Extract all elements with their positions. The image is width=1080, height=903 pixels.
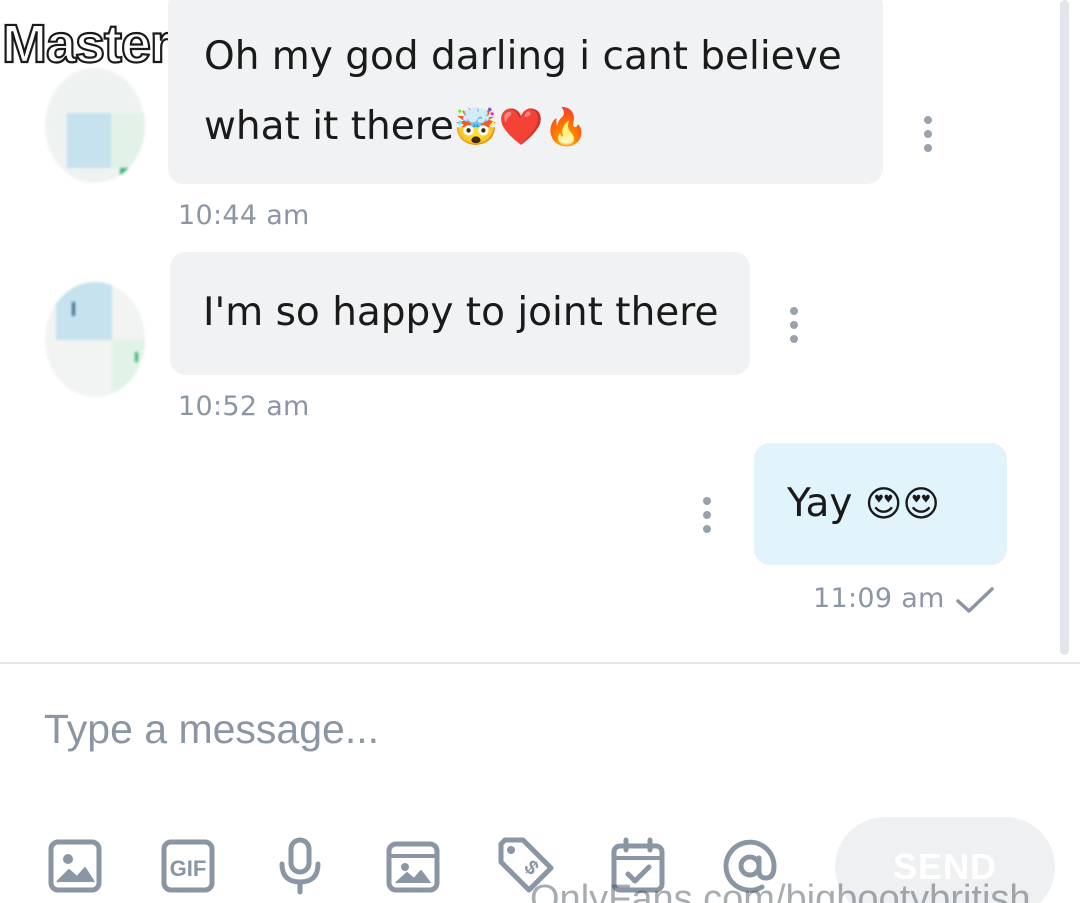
gif-icon[interactable]: GIF	[158, 836, 218, 896]
message-bubble-incoming[interactable]: I'm so happy to joint there	[170, 252, 750, 375]
image-icon[interactable]	[45, 836, 105, 896]
sender-avatar[interactable]	[45, 68, 145, 183]
message-emojis: 🤯❤️🔥	[453, 107, 589, 148]
message-options-icon[interactable]	[918, 116, 938, 152]
vault-media-icon[interactable]	[383, 836, 443, 896]
message-timestamp: 11:09 am	[813, 583, 945, 614]
microphone-icon[interactable]	[270, 836, 330, 896]
composer-divider	[0, 662, 1080, 664]
svg-text:GIF: GIF	[170, 856, 207, 881]
sender-avatar[interactable]	[45, 282, 145, 397]
message-text: Oh my god darling i cant believe what it…	[204, 34, 842, 149]
svg-text:$: $	[519, 856, 542, 879]
message-text: I'm so happy to joint there	[203, 290, 719, 335]
chat-screen: Master F a p .net Oh my god darling i ca…	[0, 0, 1080, 903]
chat-scrollbar[interactable]	[1060, 0, 1069, 655]
message-timestamp: 10:52 am	[178, 391, 310, 422]
message-text: Yay 😍😍	[787, 481, 940, 526]
sent-checkmark-icon	[956, 587, 994, 613]
message-options-icon[interactable]	[697, 497, 717, 533]
message-bubble-outgoing[interactable]: Yay 😍😍	[754, 443, 1007, 565]
message-options-icon[interactable]	[784, 307, 804, 343]
message-bubble-incoming[interactable]: Oh my god darling i cant believe what it…	[168, 0, 883, 184]
message-emojis: 😍😍	[864, 484, 940, 525]
message-input[interactable]	[44, 694, 1024, 764]
svg-text:Master: Master	[2, 14, 171, 74]
message-timestamp: 10:44 am	[178, 200, 310, 231]
footer-watermark: OnlyFans.com/bigbootybritish	[530, 878, 1031, 903]
